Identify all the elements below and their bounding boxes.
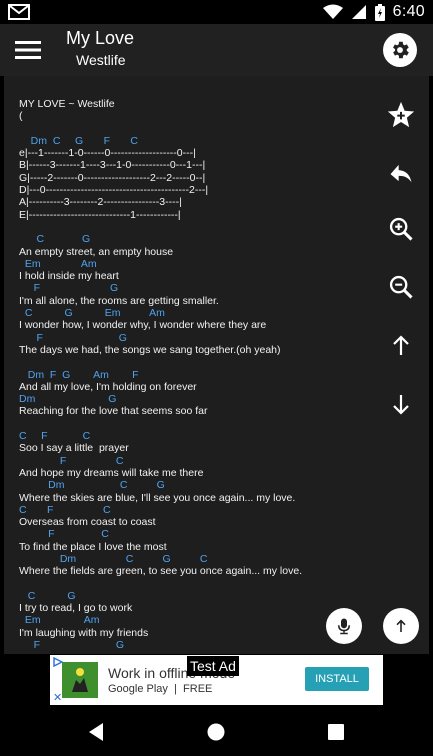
lyric-line: I wonder how, I wonder why, I wonder whe… bbox=[19, 319, 267, 332]
ad-separator: | bbox=[174, 683, 177, 695]
chord-line: Dm C G bbox=[19, 479, 165, 492]
lyric-line: MY LOVE ~ Westlife bbox=[19, 98, 115, 110]
chord-line: C F C bbox=[19, 503, 111, 516]
lyric-line: And all my love, I'm holding on forever bbox=[19, 380, 197, 393]
chord-line: Dm F G Am F bbox=[19, 368, 139, 381]
chord-line: C G bbox=[19, 233, 91, 246]
microphone-icon[interactable] bbox=[326, 608, 362, 644]
lyric-line: Soo I say a little prayer bbox=[19, 442, 129, 455]
lyric-line: I try to read, I go to work bbox=[19, 602, 133, 615]
battery-icon bbox=[374, 3, 385, 21]
signal-icon bbox=[351, 5, 366, 19]
chord-sheet[interactable]: MY LOVE ~ Westlife( Dm C G F Ce|---1----… bbox=[4, 76, 372, 654]
lyric-line: Where the skies are blue, I'll see you o… bbox=[19, 491, 296, 504]
chord-sheet-text: MY LOVE ~ Westlife( Dm C G F Ce|---1----… bbox=[19, 98, 372, 651]
zoom-in-icon[interactable] bbox=[382, 210, 420, 248]
install-button[interactable]: INSTALL bbox=[305, 667, 369, 691]
app-bar: My Love Westlife bbox=[0, 24, 433, 76]
ad-price: FREE bbox=[183, 683, 213, 695]
lyric-line: E|-----------------------------1--------… bbox=[19, 208, 181, 221]
ad-app-icon bbox=[62, 662, 98, 698]
chord-line: C F C bbox=[19, 430, 91, 443]
lyric-line: An empty street, an empty house bbox=[19, 245, 174, 258]
hamburger-menu-icon[interactable] bbox=[8, 30, 48, 70]
chord-line: F G bbox=[19, 331, 127, 344]
chord-line: Em Am bbox=[19, 614, 100, 627]
ad-close-icon[interactable]: ✕ bbox=[53, 691, 62, 704]
song-title: My Love bbox=[66, 28, 135, 48]
lyric-line: I'm laughing with my friends bbox=[19, 626, 149, 639]
home-icon[interactable] bbox=[200, 716, 232, 748]
chord-line: Dm C G C bbox=[19, 552, 208, 565]
ad-store: Google Play bbox=[108, 683, 168, 695]
star-add-icon[interactable] bbox=[382, 96, 420, 134]
lyric-line: Overseas from coast to coast bbox=[19, 516, 156, 529]
test-ad-label: Test Ad bbox=[187, 656, 239, 676]
artist-name: Westlife bbox=[76, 52, 126, 68]
chord-line: F G bbox=[19, 639, 125, 652]
lyric-line: e|---1-------1-0------0-----------------… bbox=[19, 147, 196, 160]
lyric-line: I'm all alone, the rooms are getting sma… bbox=[19, 294, 219, 307]
ad-subtitle: Google Play | FREE bbox=[108, 683, 212, 695]
lyric-line: The days we had, the songs we sang toget… bbox=[19, 343, 281, 356]
tool-sidebar bbox=[372, 76, 429, 654]
lyric-line: Where the fields are green, to see you o… bbox=[19, 565, 303, 578]
lyric-line: D|---0----------------------------------… bbox=[19, 184, 209, 197]
chord-line: Dm G bbox=[19, 393, 117, 406]
gmail-icon bbox=[8, 4, 30, 20]
chord-line: F C bbox=[19, 528, 109, 541]
back-arrow-icon[interactable] bbox=[382, 154, 420, 192]
zoom-out-icon[interactable] bbox=[382, 268, 420, 306]
gear-icon[interactable] bbox=[383, 33, 417, 67]
back-icon[interactable] bbox=[80, 716, 112, 748]
chord-line: C G Em Am bbox=[19, 307, 165, 320]
lyric-line: I hold inside my heart bbox=[19, 270, 119, 283]
clock: 6:40 bbox=[392, 3, 425, 20]
lyric-line: A|----------3--------2----------------3-… bbox=[19, 196, 182, 209]
navigation-bar bbox=[0, 708, 433, 756]
wifi-icon bbox=[322, 4, 343, 19]
lyric-line: And hope my dreams will take me there bbox=[19, 466, 204, 479]
chord-line: F C bbox=[19, 454, 124, 467]
arrow-down-icon[interactable] bbox=[382, 385, 420, 423]
scroll-top-icon[interactable] bbox=[383, 608, 419, 644]
lyric-line: B|------3-------1----3---1-0-----------0… bbox=[19, 159, 206, 172]
status-bar: 6:40 bbox=[0, 0, 433, 24]
chord-line: Dm C G F C bbox=[19, 134, 139, 147]
recents-icon[interactable] bbox=[320, 716, 352, 748]
lyric-line: Reaching for the love that seems soo far bbox=[19, 405, 208, 418]
arrow-up-icon[interactable] bbox=[382, 327, 420, 365]
lyric-line: ( bbox=[19, 110, 23, 123]
chord-line: F G bbox=[19, 282, 119, 295]
lyric-line: To find the place I love the most bbox=[19, 540, 167, 553]
chord-line: C G bbox=[19, 589, 76, 602]
lyric-line: G|-----2-------0-------------------2---2… bbox=[19, 171, 206, 184]
chord-line: Em Am bbox=[19, 257, 97, 270]
